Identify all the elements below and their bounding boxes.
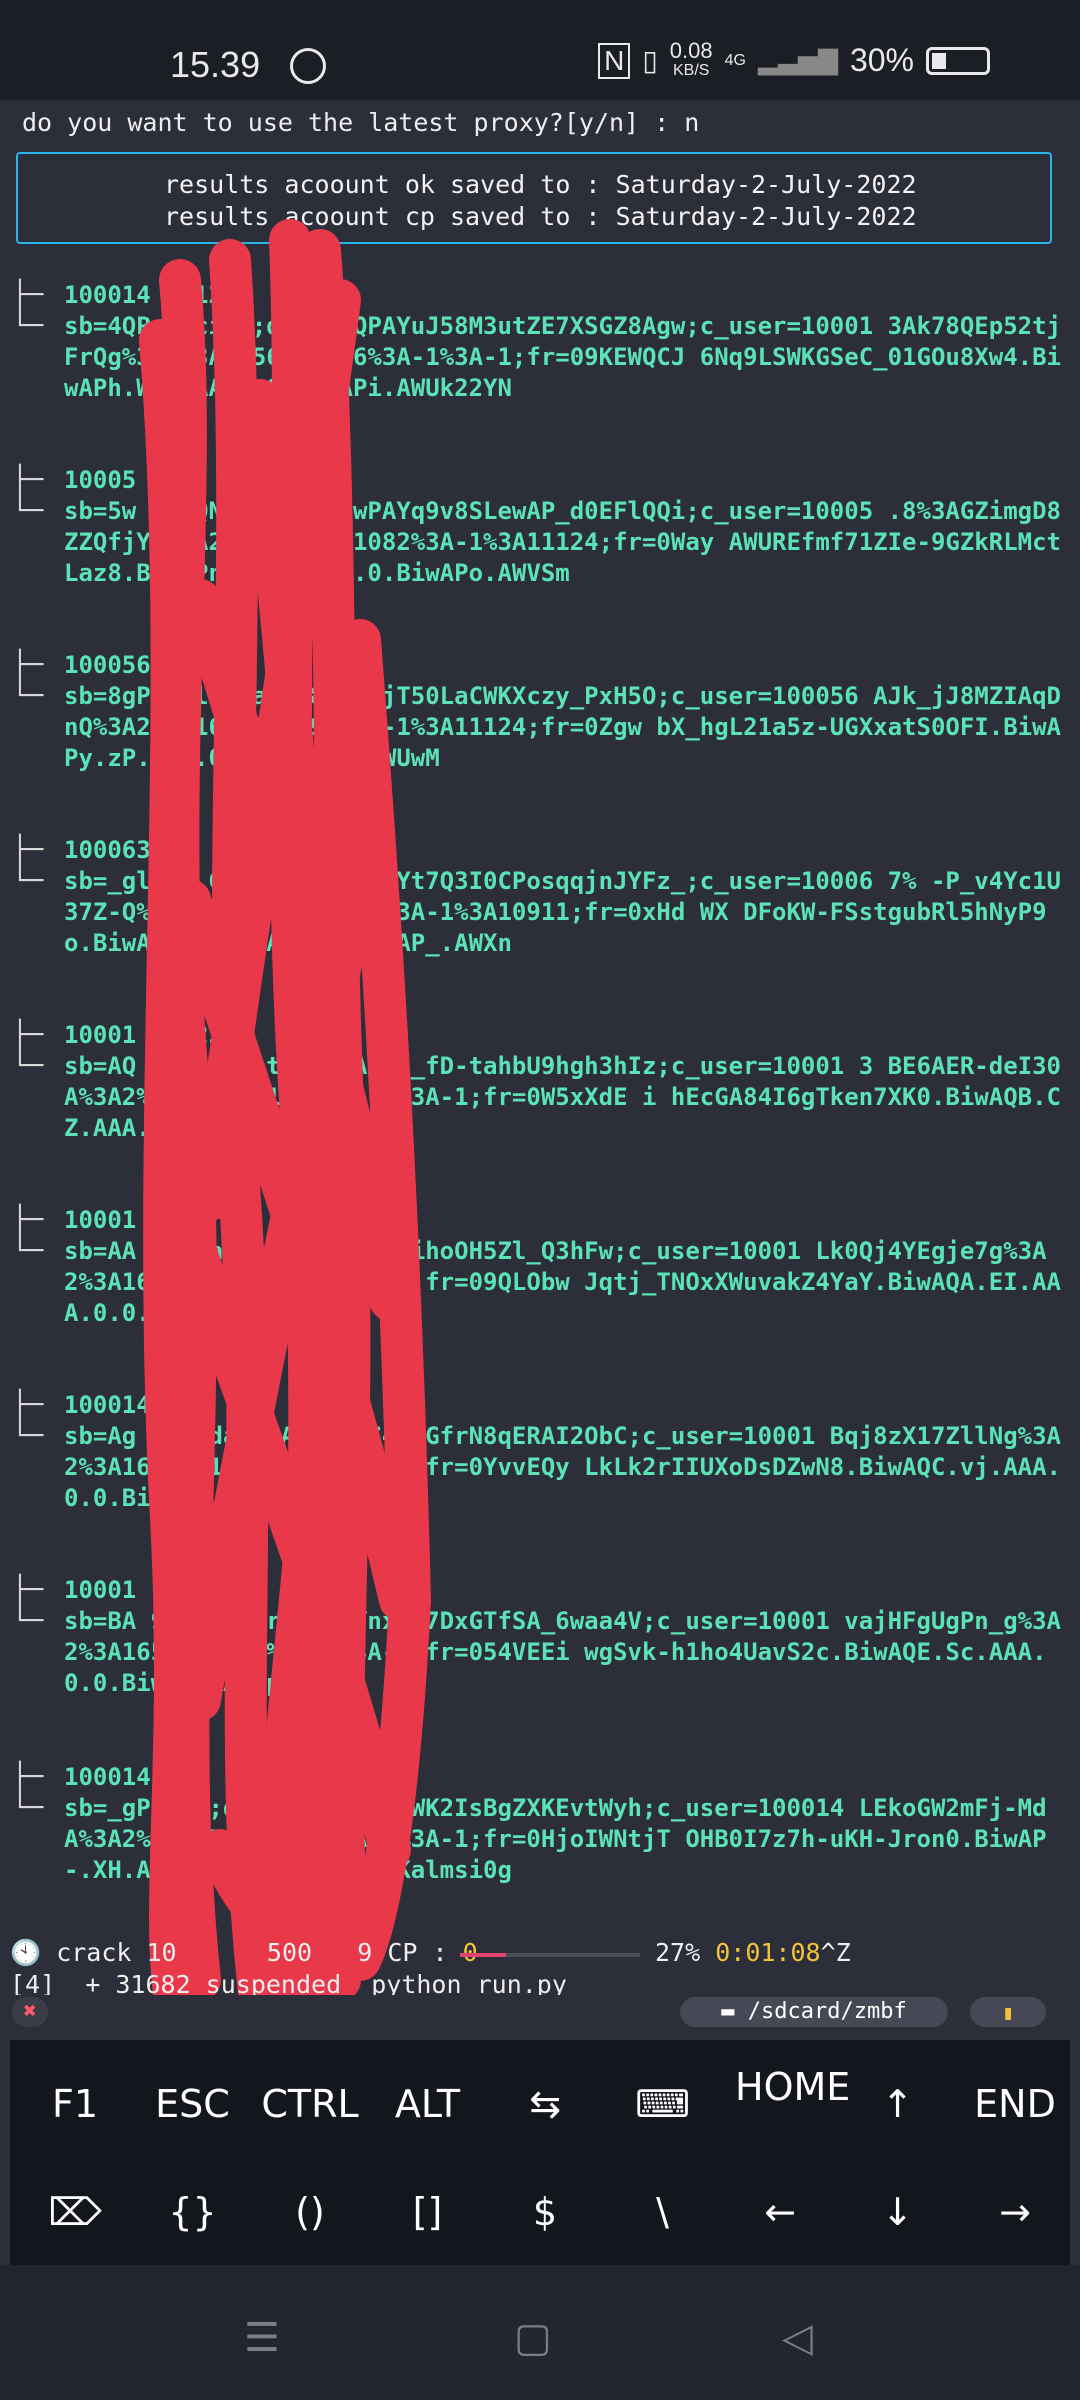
key-row2-4[interactable]: $ [486,2190,604,2234]
battery-icon [926,46,990,75]
tree-branch: ├─ [12,1205,44,1235]
tree-branch: ├─ [12,1575,44,1605]
entry-cookie: sb=AA Vn;datr=AATAYr6uVaihoOH5Zl_Q3hFw;c… [64,1237,1061,1327]
home-icon[interactable]: ▢ [514,2315,552,2361]
entry-id: 10005 tri [64,466,195,494]
clock: 15.39 [170,44,261,85]
key-4[interactable]: ⇆ [486,2082,604,2126]
suspended-job-line: [4] + 31682 suspended python run.py [10,1970,567,1995]
proxy-prompt: do you want to use the latest proxy?[y/n… [22,108,700,137]
crack-progress-fill [460,1953,507,1957]
entry-id: 10001 3 [64,1206,166,1234]
tree-branch: └─ [12,1421,44,1451]
key-2[interactable]: CTRL [251,2082,369,2126]
key-row2-1[interactable]: {} [134,2190,252,2234]
entry-cookie: sb=8gP DQlb;datr=8gPAYjT50LaCWKXczy_PxH5… [64,682,1061,772]
key-row2-2[interactable]: () [251,2190,369,2234]
tree-branch: └─ [12,311,44,341]
entry-cookie: sb=4QP UlciYT;datr=4QPAYuJ58M3utZE7XSGZ8… [64,312,1061,402]
results-cp-line: results acoount cp saved to : Saturday-2… [164,202,917,231]
entry-cookie: sb=_gl HA G0v;datr=_gPAYt7Q3I0CPosqqjnJY… [64,867,1061,957]
key-7[interactable]: ↑ [839,2082,957,2126]
entry-id: 100063 tr [64,836,195,864]
tree-branch: ├─ [12,1390,44,1420]
key-row2-5[interactable]: \ [604,2190,722,2234]
entry-cookie: sb=BA 9HKq;datr=BATAYnxy17DxGTfSA_6waa4V… [64,1607,1061,1697]
entry-id: 10001 ri123 [64,1021,223,1049]
entry-id: 100014 ri123 [64,281,238,309]
close-session-button[interactable]: ✖ [12,1997,48,2027]
tree-branch: ├─ [12,650,44,680]
key-row2-7[interactable]: ↓ [839,2190,957,2234]
extra-keys-bar: F1 ESC CTRL ALT ⇆ ⌨ HOME ↑ END ⌦{}()[] $ \ ← ↓ → [10,2040,1070,2265]
net-speed: 0.08 KB/S [669,38,713,80]
key-row2-6[interactable]: ← [721,2190,839,2234]
tree-branch: └─ [12,496,44,526]
whatsapp-icon [290,48,326,84]
tree-branch: └─ [12,1606,44,1636]
nfc-icon: N [598,42,631,79]
entry-id: 100014 [64,1763,151,1791]
status-bar: 15.39 N ▯ 0.08 KB/S 4G ▂▃▅▇ 30% [0,0,1080,100]
entry-cookie: sb=AQ rVG5B;datr=AQTAYtC_fD-tahbU9hgh3hI… [64,1052,1061,1142]
crack-status: 🕙 crack 10 500 9 CP : 0 [10,1938,478,1967]
tree-branch: ├─ [12,835,44,865]
tree-branch: └─ [12,866,44,896]
session-bar: ✖ ▬ /sdcard/zmbf ▮ [0,1995,1080,2035]
entry-id: 100014 23 [64,1391,195,1419]
entry-id: 100056 [64,651,151,679]
key-5[interactable]: ⌨ [604,2082,722,2126]
key-3[interactable]: ALT [369,2082,487,2126]
key-row2-3[interactable]: [] [369,2190,487,2234]
key-row2-8[interactable]: → [956,2190,1074,2234]
tree-branch: └─ [12,1793,44,1823]
tree-branch: ├─ [12,465,44,495]
tree-branch: ├─ [12,280,44,310]
menu-icon[interactable]: ☰ [244,2315,280,2361]
key-1[interactable]: ESC [134,2082,252,2126]
results-ok-line: results acoount ok saved to : Saturday-2… [164,170,917,199]
vibrate-icon: ▯ [642,45,658,76]
key-0[interactable]: F1 [16,2082,134,2126]
key-row2-0[interactable]: ⌦ [16,2190,134,2234]
entry-cookie: sb=5w 3mpQNBb;datr=5wPAYq9v8SLewAP_d0EFl… [64,497,1061,587]
tree-branch: └─ [12,1051,44,1081]
tree-branch: └─ [12,1236,44,1266]
clock-icon: 🕙 [10,1938,57,1967]
navigation-bar: ☰ ▢ ◁ [0,2265,1080,2400]
entry-id: 10001 ri123 [64,1576,223,1604]
signal-icon: ▂▃▅▇ [757,45,838,75]
key-6[interactable]: HOME [735,2066,850,2108]
folder-icon: ▬ [721,1999,748,2024]
path-pill[interactable]: ▬ /sdcard/zmbf [680,1997,948,2027]
back-icon[interactable]: ◁ [782,2315,813,2361]
tree-branch: └─ [12,681,44,711]
status-icons: N ▯ 0.08 KB/S 4G ▂▃▅▇ 30% [598,38,990,80]
results-box: results acoount ok saved to : Saturday-2… [16,152,1052,244]
entry-cookie: sb=Ag 6xI;datr=AgTAYvC4mbGfrN8qERAI2ObC;… [64,1422,1061,1512]
entry-cookie: sb=_gP bHP;datr=_gPAYthMWK2IsBgZXKEvtWyh… [64,1794,1047,1884]
network-type: 4G [724,51,746,69]
terminal-view[interactable]: do you want to use the latest proxy?[y/n… [0,100,1080,1995]
tree-branch: ├─ [12,1020,44,1050]
key-8[interactable]: END [956,2082,1074,2126]
bookmark-icon[interactable]: ▮ [970,1997,1046,2027]
battery-percent: 30% [849,42,914,78]
tree-branch: ├─ [12,1762,44,1792]
crack-progress-info: 27% 0:01:08^Z [655,1938,851,1967]
